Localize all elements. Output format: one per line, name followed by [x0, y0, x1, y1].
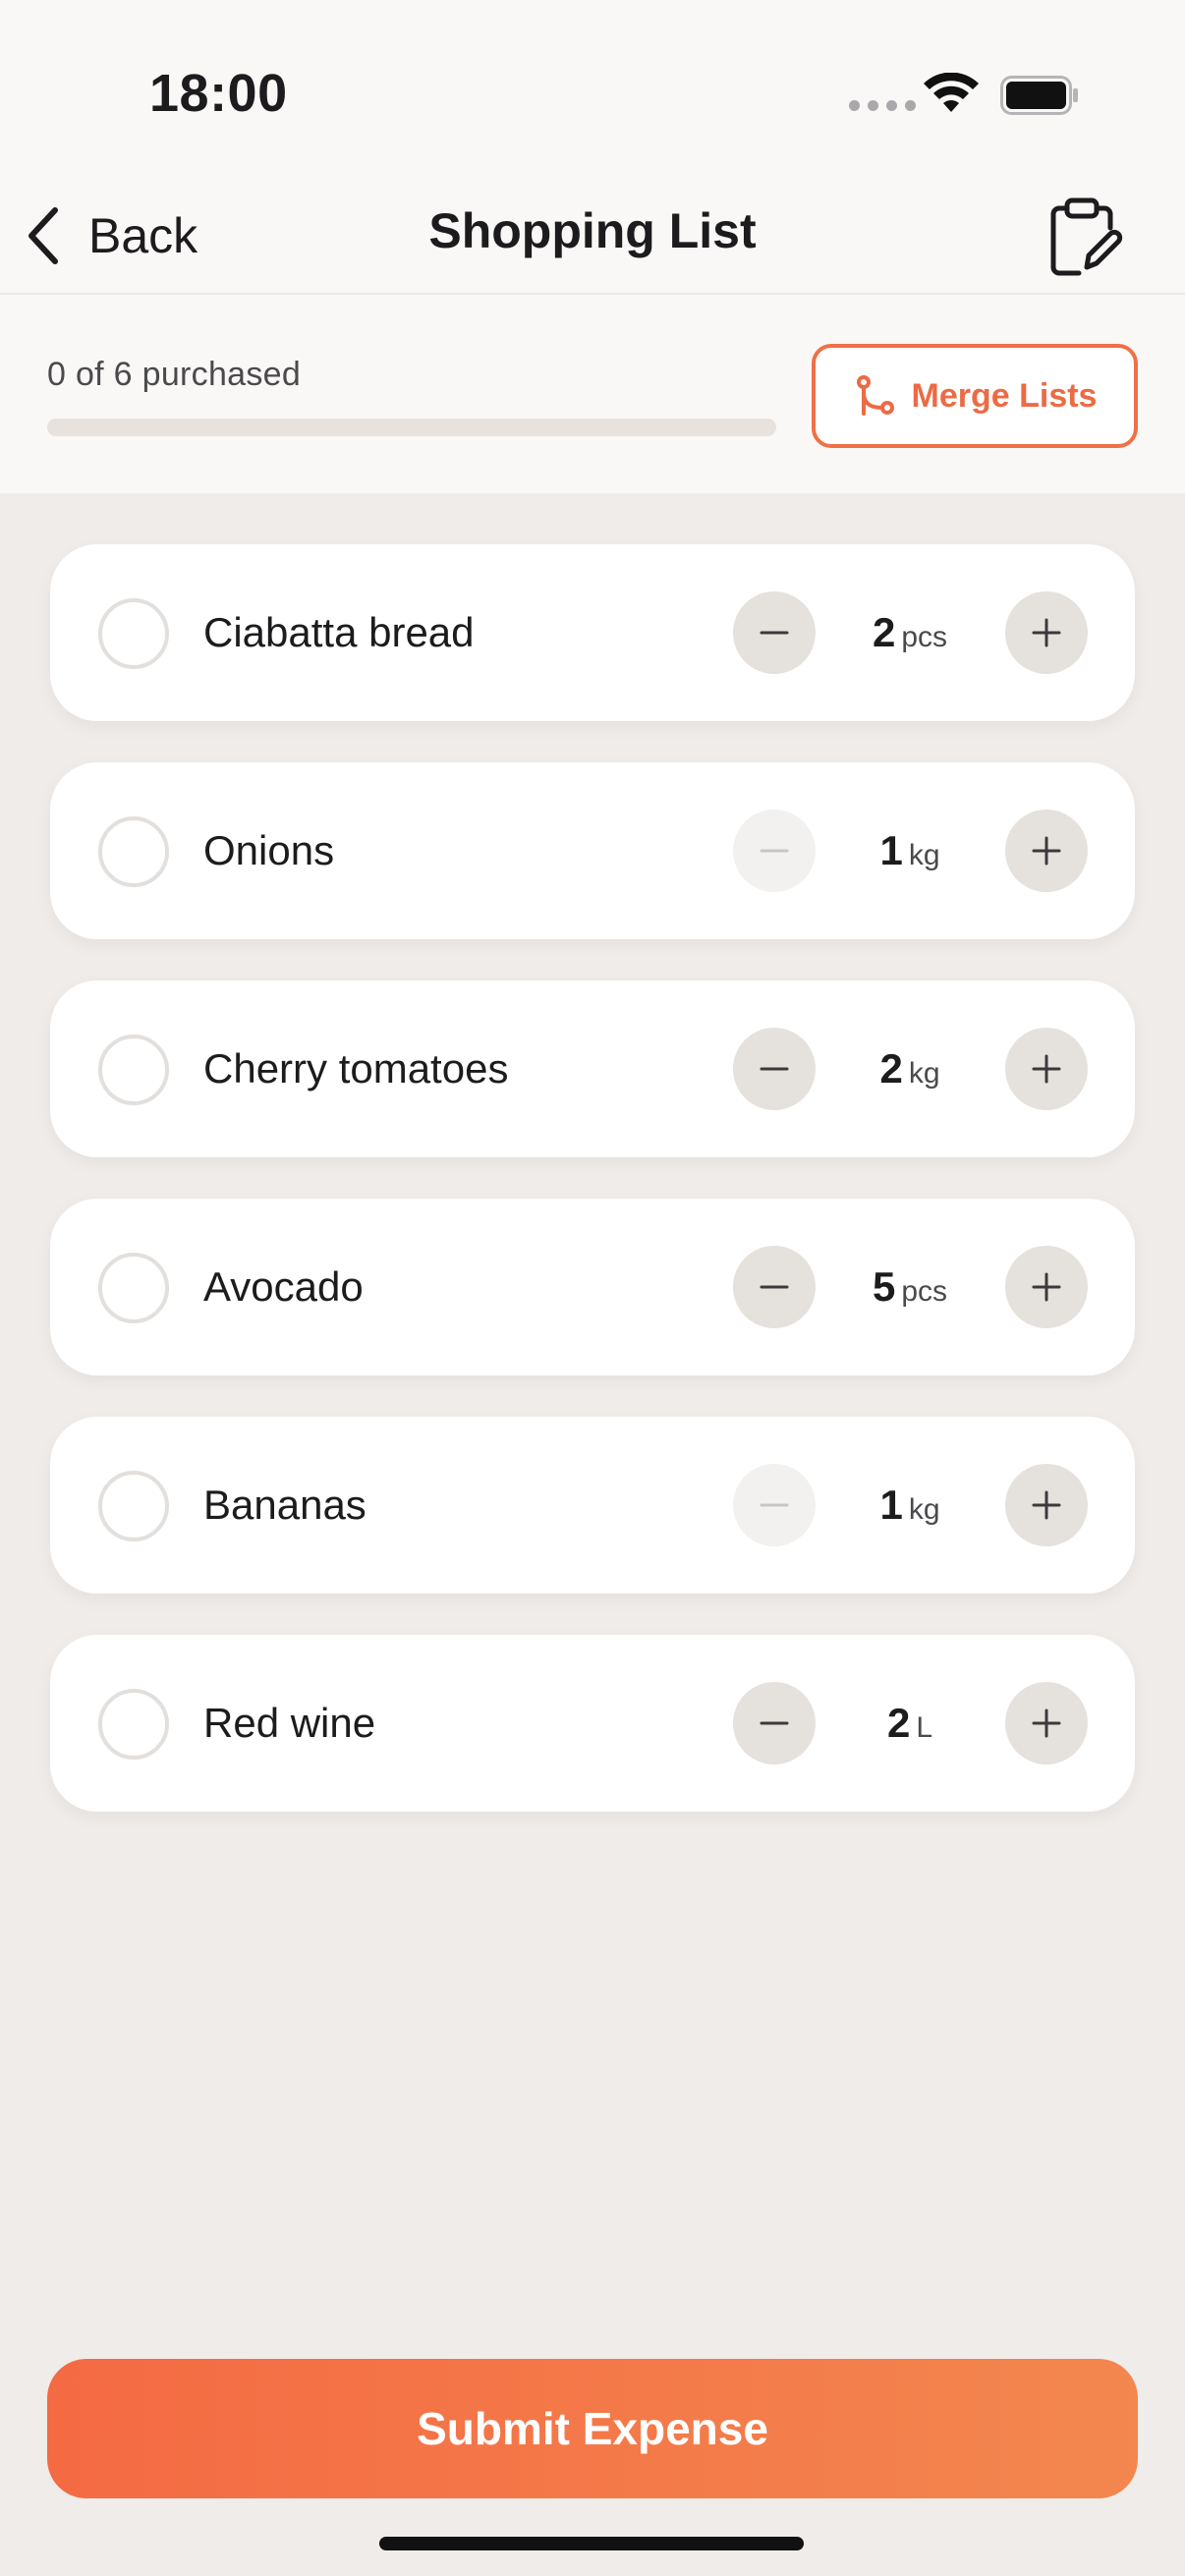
minus-icon	[760, 1503, 789, 1507]
list-item: Cherry tomatoes 2 kg	[50, 980, 1135, 1157]
decrease-quantity-button[interactable]	[733, 810, 816, 892]
submit-expense-button[interactable]: Submit Expense	[47, 2359, 1138, 2498]
plus-icon	[1032, 1272, 1061, 1302]
quantity-unit: L	[916, 1711, 933, 1744]
increase-quantity-button[interactable]	[1005, 1246, 1088, 1328]
header-area: 18:00 Back Shopping List 0 of 6 purchase…	[0, 0, 1185, 493]
plus-icon	[1032, 1490, 1061, 1520]
clipboard-edit-icon[interactable]	[1045, 195, 1124, 277]
increase-quantity-button[interactable]	[1005, 591, 1088, 674]
item-name: Bananas	[203, 1482, 367, 1528]
list-item: Bananas 1 kg	[50, 1417, 1135, 1594]
item-quantity: 2 kg	[817, 980, 1003, 1167]
item-checkbox[interactable]	[98, 598, 169, 669]
item-quantity: 5 pcs	[817, 1199, 1003, 1385]
quantity-unit: kg	[908, 1057, 940, 1090]
quantity-value: 1	[879, 1482, 903, 1528]
item-name: Ciabatta bread	[203, 609, 475, 655]
minus-icon	[760, 1721, 789, 1725]
status-time: 18:00	[149, 64, 288, 123]
quantity-unit: pcs	[901, 1275, 948, 1308]
increase-quantity-button[interactable]	[1005, 1464, 1088, 1546]
progress-section: 0 of 6 purchased Merge Lists	[0, 297, 1185, 493]
item-quantity: 2 pcs	[817, 544, 1003, 731]
item-quantity: 2L	[817, 1635, 1003, 1821]
increase-quantity-button[interactable]	[1005, 1682, 1088, 1764]
progress-bar	[47, 419, 776, 436]
item-quantity: 1 kg	[817, 762, 1003, 949]
item-name: Cherry tomatoes	[203, 1045, 509, 1092]
quantity-value: 2	[879, 1045, 903, 1092]
list-item: Red wine 2L	[50, 1635, 1135, 1812]
increase-quantity-button[interactable]	[1005, 1028, 1088, 1110]
quantity-unit: kg	[908, 839, 940, 871]
quantity-unit: pcs	[901, 621, 948, 653]
minus-icon	[760, 1067, 789, 1071]
progress-label: 0 of 6 purchased	[47, 356, 302, 393]
page-title: Shopping List	[428, 203, 757, 258]
list-item: Ciabatta bread 2 pcs	[50, 544, 1135, 721]
plus-icon	[1032, 618, 1061, 647]
item-checkbox[interactable]	[98, 1035, 169, 1105]
item-name: Red wine	[203, 1700, 376, 1746]
decrease-quantity-button[interactable]	[733, 591, 816, 674]
plus-icon	[1032, 836, 1061, 866]
merge-lists-button[interactable]: Merge Lists	[812, 344, 1138, 448]
wifi-icon	[924, 73, 979, 112]
list-item: Avocado 5 pcs	[50, 1199, 1135, 1375]
minus-icon	[760, 1285, 789, 1289]
decrease-quantity-button[interactable]	[733, 1246, 816, 1328]
decrease-quantity-button[interactable]	[733, 1464, 816, 1546]
merge-lists-label: Merge Lists	[911, 376, 1098, 415]
merge-branch-icon	[856, 375, 894, 416]
quantity-value: 1	[879, 827, 903, 873]
quantity-value: 2	[886, 1700, 911, 1746]
item-name: Avocado	[203, 1263, 364, 1310]
cellular-signal-icon	[849, 100, 916, 111]
item-checkbox[interactable]	[98, 1689, 169, 1760]
decrease-quantity-button[interactable]	[733, 1028, 816, 1110]
shopping-list-screen: 18:00 Back Shopping List 0 of 6 purchase…	[0, 0, 1185, 2576]
plus-icon	[1032, 1054, 1061, 1084]
quantity-value: 2	[872, 609, 896, 655]
battery-icon	[1000, 76, 1078, 115]
list-item: Onions 1 kg	[50, 762, 1135, 939]
home-indicator	[379, 2537, 804, 2550]
item-quantity: 1 kg	[817, 1417, 1003, 1603]
quantity-value: 5	[872, 1263, 896, 1310]
minus-icon	[760, 631, 789, 635]
item-checkbox[interactable]	[98, 1253, 169, 1323]
minus-icon	[760, 849, 789, 853]
decrease-quantity-button[interactable]	[733, 1682, 816, 1764]
plus-icon	[1032, 1708, 1061, 1738]
item-name: Onions	[203, 827, 335, 873]
item-checkbox[interactable]	[98, 816, 169, 887]
quantity-unit: kg	[908, 1493, 940, 1526]
status-bar: 18:00	[0, 0, 1185, 177]
increase-quantity-button[interactable]	[1005, 810, 1088, 892]
item-checkbox[interactable]	[98, 1471, 169, 1541]
navigation-bar: Back Shopping List	[0, 177, 1185, 295]
